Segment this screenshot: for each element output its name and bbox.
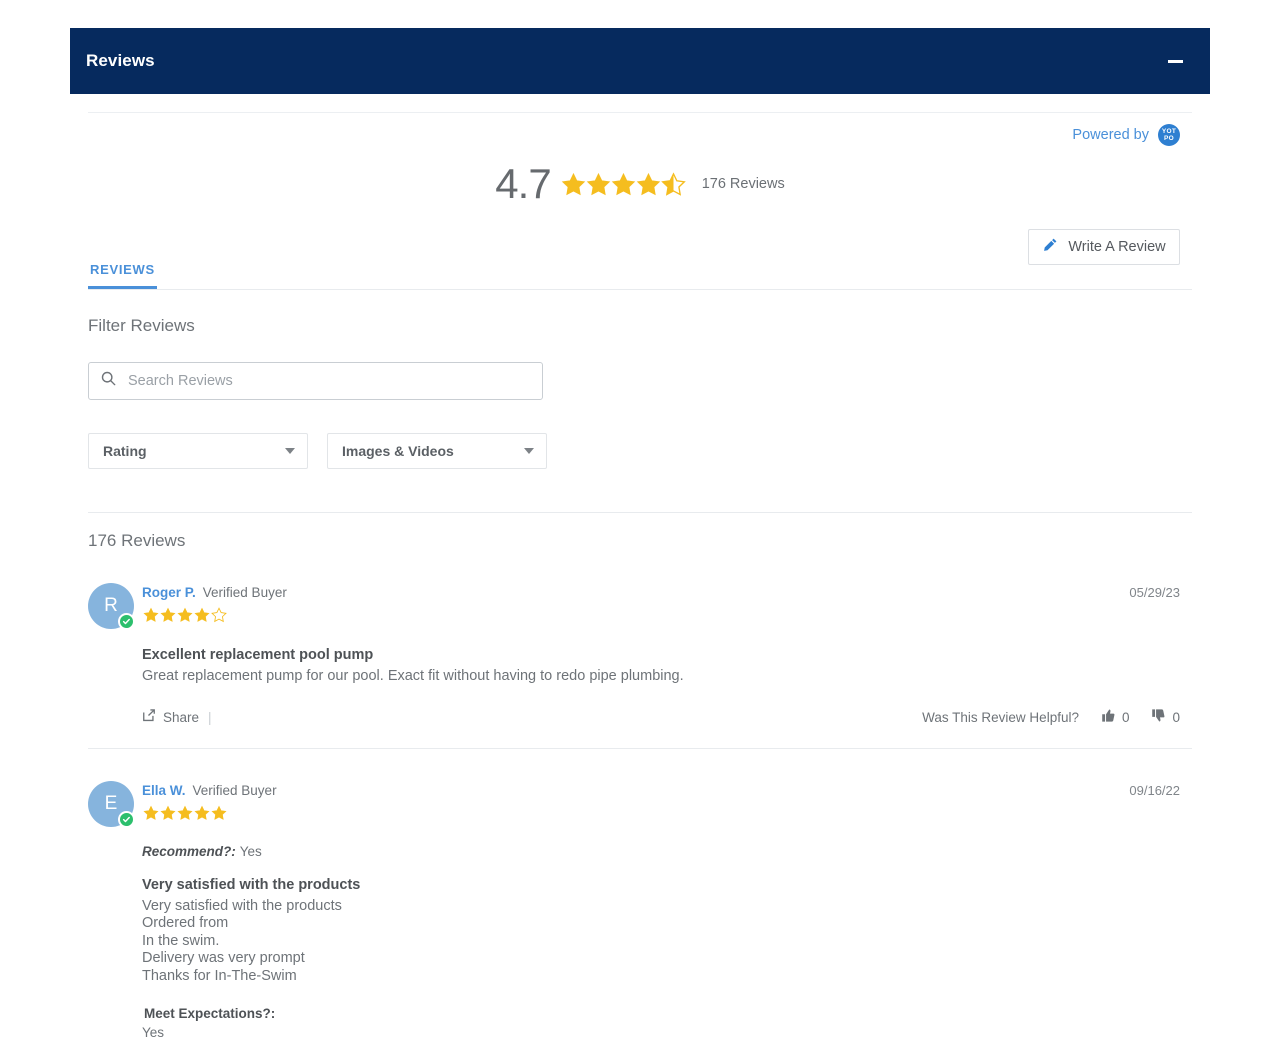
- verified-buyer-label: Verified Buyer: [202, 585, 287, 600]
- star-icon-full: [143, 805, 159, 821]
- star-icon-full: [211, 805, 227, 821]
- thumbs-down-icon: [1151, 708, 1166, 728]
- star-icon-full: [561, 172, 586, 197]
- verified-check-icon: [118, 613, 135, 630]
- review-item: 05/29/23 R Roger P. Verified Buyer Excellent…: [88, 551, 1192, 749]
- share-divider: |: [208, 710, 212, 725]
- star-icon-full: [160, 607, 176, 623]
- pencil-icon: [1042, 237, 1058, 258]
- review-header: E Ella W. Verified Buyer: [88, 780, 1192, 828]
- review-date: 05/29/23: [1129, 585, 1180, 600]
- powered-by-label: Powered by: [1072, 127, 1149, 143]
- star-icon-full: [143, 607, 159, 623]
- recommend-field: Recommend?: Yes: [142, 844, 1192, 859]
- meet-expectations-value: Yes: [142, 1025, 165, 1040]
- reviewer-name[interactable]: Ella W.: [142, 783, 186, 798]
- helpful-question: Was This Review Helpful?: [922, 710, 1079, 725]
- star-icon-full: [611, 172, 636, 197]
- star-icon-full: [636, 172, 661, 197]
- yotpo-logo-line2: PO: [1164, 135, 1174, 142]
- reviewer-name[interactable]: Roger P.: [142, 585, 196, 600]
- star-icon-full: [177, 805, 193, 821]
- yotpo-logo-icon: YOT PO: [1158, 124, 1180, 146]
- minus-icon-bar: [1167, 59, 1183, 63]
- meet-expectations-field: Meet Expectations?: Yes: [142, 1006, 1192, 1040]
- thumbs-down-count: 0: [1172, 710, 1180, 725]
- filter-reviews-heading: Filter Reviews: [88, 316, 195, 335]
- reviewer-block: Roger P. Verified Buyer: [142, 583, 287, 623]
- review-body: Recommend?: Yes Very satisfied with the pr…: [142, 844, 1192, 1059]
- star-icon-half: [660, 171, 686, 197]
- search-input[interactable]: [126, 363, 530, 399]
- review-header: R Roger P. Verified Buyer: [88, 583, 1192, 630]
- avatar: E: [88, 780, 135, 828]
- reviews-widget: Reviews Powered by YOT PO 4.7 176 Review…: [0, 0, 1280, 1059]
- review-list: 05/29/23 R Roger P. Verified Buyer Excellent…: [88, 551, 1192, 1059]
- search-reviews-box[interactable]: [88, 362, 543, 400]
- yotpo-logo-line1: YOT: [1161, 128, 1177, 135]
- review-star-rating: [143, 805, 277, 821]
- star-icon-empty: [211, 607, 227, 623]
- reviews-panel-body: Powered by YOT PO 4.7 176 Reviews Write …: [88, 94, 1192, 1059]
- star-icon-full: [194, 607, 210, 623]
- avatar: R: [88, 583, 135, 630]
- reviewer-block: Ella W. Verified Buyer: [142, 781, 277, 821]
- images-videos-filter-label: Images & Videos: [342, 443, 454, 459]
- filter-divider: [88, 512, 1192, 513]
- recommend-value: Yes: [239, 843, 262, 859]
- header-divider: [88, 112, 1192, 113]
- filter-dropdowns: Rating Images & Videos: [88, 433, 1192, 469]
- review-title: Excellent replacement pool pump: [142, 647, 374, 663]
- powered-by[interactable]: Powered by YOT PO: [88, 124, 1192, 146]
- review-star-rating: [143, 607, 287, 623]
- chevron-down-icon: [524, 448, 534, 454]
- rating-filter-dropdown[interactable]: Rating: [88, 433, 308, 469]
- star-icon-full: [194, 805, 210, 821]
- helpful-controls: Was This Review Helpful? 0 0: [922, 708, 1192, 728]
- average-score: 4.7: [495, 160, 551, 207]
- star-icon-full: [177, 607, 193, 623]
- images-videos-filter-dropdown[interactable]: Images & Videos: [327, 433, 547, 469]
- review-date: 09/16/22: [1129, 782, 1180, 798]
- tab-reviews[interactable]: REVIEWS: [88, 262, 157, 289]
- thumbs-up-count: 0: [1121, 710, 1130, 725]
- reviews-panel-header[interactable]: Reviews: [70, 28, 1210, 94]
- review-item: 09/16/22 E Ella W. Verified Buyer Recommend?…: [88, 749, 1192, 1059]
- share-icon: [142, 708, 156, 727]
- search-icon: [101, 371, 116, 391]
- summary-review-count: 176 Reviews: [701, 176, 785, 192]
- review-title: Very satisfied with the products: [142, 876, 361, 893]
- write-review-button[interactable]: Write A Review: [1028, 229, 1180, 265]
- thumbs-up-button[interactable]: 0: [1101, 708, 1130, 728]
- tab-divider: [88, 289, 1192, 290]
- recommend-label: Recommend?:: [142, 843, 236, 859]
- panel-title: Reviews: [86, 51, 155, 70]
- chevron-down-icon: [285, 448, 295, 454]
- review-body: Excellent replacement pool pump Great rep…: [142, 647, 1192, 728]
- meet-expectations-label: Meet Expectations?:: [144, 1006, 276, 1021]
- rating-summary: 4.7 176 Reviews: [88, 163, 1192, 205]
- verified-check-icon: [118, 810, 135, 828]
- thumbs-up-icon: [1101, 708, 1116, 728]
- minus-icon[interactable]: [1164, 50, 1186, 72]
- share-label: Share: [163, 710, 200, 725]
- review-text: Great replacement pump for our pool. Exa…: [142, 668, 684, 684]
- review-footer: Share | Was This Review Helpful? 0 0: [142, 708, 1192, 728]
- review-text: Very satisfied with the products Ordered…: [142, 897, 342, 984]
- star-icon-full: [586, 172, 611, 197]
- summary-star-rating: [561, 171, 686, 197]
- thumbs-down-button[interactable]: 0: [1151, 708, 1180, 728]
- reviews-count-label: 176 Reviews: [88, 531, 186, 550]
- verified-buyer-label: Verified Buyer: [192, 782, 277, 798]
- rating-filter-label: Rating: [103, 443, 147, 459]
- write-review-label: Write A Review: [1068, 239, 1166, 255]
- star-icon-full: [160, 805, 176, 821]
- share-button[interactable]: Share: [142, 708, 199, 727]
- tab-bar: REVIEWS: [88, 261, 1192, 290]
